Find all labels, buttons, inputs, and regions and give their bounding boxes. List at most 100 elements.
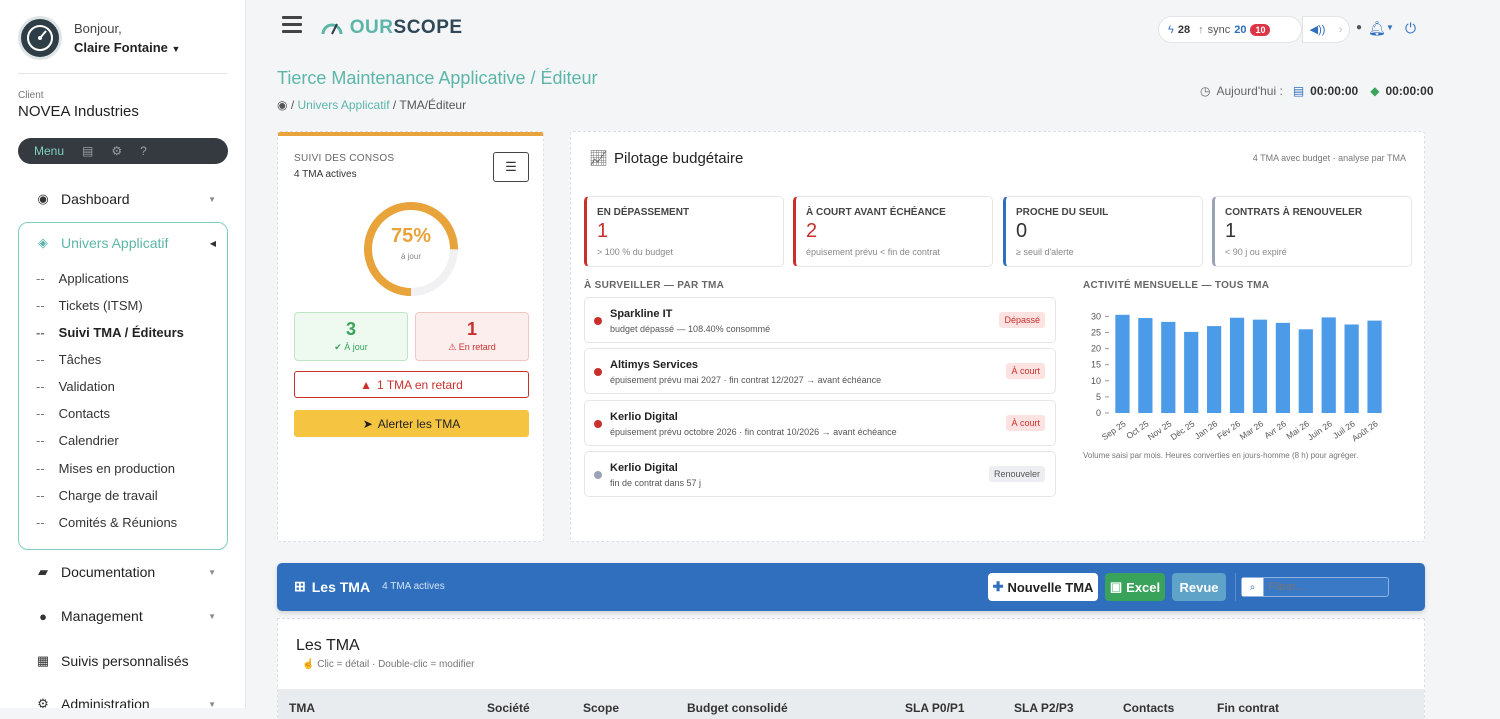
alert-tma-button[interactable]: ➤ Alerter les TMA: [294, 410, 529, 437]
hand-pointer-icon: ☝: [302, 659, 315, 670]
caret-left-icon: ◀: [209, 238, 216, 248]
bar[interactable]: [1344, 324, 1359, 413]
status-dot: [594, 317, 602, 325]
nav-univers-applicatif[interactable]: ◈ Univers Applicatif ◀: [36, 235, 216, 251]
kpi-value: 1: [597, 220, 609, 242]
caret-down-icon[interactable]: ▼: [1386, 23, 1394, 32]
new-tma-button[interactable]: ✚ Nouvelle TMA: [988, 573, 1098, 601]
list-icon[interactable]: ☰: [493, 152, 529, 182]
watch-name: Kerlio Digital: [610, 411, 678, 423]
watch-item[interactable]: Kerlio Digital épuisement prévu octobre …: [584, 400, 1056, 446]
alert-badge[interactable]: 10: [1250, 23, 1271, 36]
bar[interactable]: [1367, 320, 1382, 413]
y-tick-label: 0: [1096, 408, 1101, 418]
sub-mises-en-production[interactable]: -- Mises en production: [36, 461, 175, 476]
column-header[interactable]: Contacts: [1123, 701, 1174, 715]
nav-label: Suivis personnalisés: [61, 653, 189, 669]
bar[interactable]: [1229, 317, 1245, 413]
sync-count: 20: [1234, 23, 1247, 36]
sub-contacts[interactable]: -- Contacts: [36, 406, 110, 421]
main-content: OURSCOPE ϟ 28 ↑ sync 20 10 ◀)) › ● 🔔︎ ▼ ⏻…: [246, 0, 1500, 719]
column-header[interactable]: TMA: [289, 701, 315, 715]
review-button[interactable]: Revue: [1172, 573, 1226, 601]
sub-applications[interactable]: -- Applications: [36, 271, 129, 286]
y-tick-label: 30: [1091, 311, 1101, 321]
dot-icon: ●: [1356, 22, 1363, 33]
new-tma-label: Nouvelle TMA: [1007, 579, 1094, 595]
column-header[interactable]: SLA P2/P3: [1014, 701, 1074, 715]
sub-suivi-tma[interactable]: -- Suivi TMA / Éditeurs: [36, 325, 184, 340]
x-tick-label: Juin 26: [1306, 418, 1334, 442]
watch-item[interactable]: Kerlio Digital fin de contrat dans 57 j …: [584, 451, 1056, 497]
column-header[interactable]: SLA P0/P1: [905, 701, 965, 715]
help-icon[interactable]: ?: [140, 144, 147, 158]
nav-suivis-personnalises[interactable]: ▦ Suivis personnalisés: [36, 653, 216, 669]
today-label: Aujourd'hui :: [1216, 84, 1283, 98]
bar[interactable]: [1184, 331, 1199, 413]
sub-calendrier[interactable]: -- Calendrier: [36, 433, 119, 448]
kpi-a-court[interactable]: À COURT AVANT ÉCHÉANCE 2 épuisement prév…: [793, 196, 993, 267]
consos-title: SUIVI DES CONSOS: [294, 153, 395, 164]
bell-icon[interactable]: 🔔︎: [1368, 20, 1386, 37]
watch-item[interactable]: Sparkline IT budget dépassé — 108.40% co…: [584, 297, 1056, 343]
alert-button-label: Alerter les TMA: [377, 416, 461, 431]
nav-management[interactable]: ● Management ▼: [36, 608, 216, 624]
speaker-icon[interactable]: ◀)): [1310, 23, 1326, 36]
bar[interactable]: [1115, 314, 1130, 413]
column-header[interactable]: Scope: [583, 701, 619, 715]
chevron-right-icon[interactable]: ›: [1339, 24, 1343, 36]
menu-tab[interactable]: Menu: [34, 144, 64, 158]
nav-documentation[interactable]: ▰ Documentation ▼: [36, 564, 216, 580]
search-icon[interactable]: ⌕: [1242, 578, 1264, 596]
bar[interactable]: [1275, 322, 1290, 413]
sub-tickets[interactable]: -- Tickets (ITSM): [36, 298, 143, 313]
bar[interactable]: [1138, 318, 1153, 413]
breadcrumb-link[interactable]: Univers Applicatif: [298, 98, 390, 112]
nav-administration[interactable]: ⚙ Administration ▼: [36, 696, 216, 708]
bar[interactable]: [1298, 329, 1313, 413]
bar[interactable]: [1207, 326, 1222, 413]
x-tick-label: Oct 25: [1124, 418, 1150, 441]
nav-label: Univers Applicatif: [61, 235, 169, 251]
tma-toolbar-title: ⊞ Les TMA 4 TMA actives: [294, 578, 445, 595]
pilotage-header: 📈︎ Pilotage budgétaire: [589, 149, 743, 168]
kpi-sub: épuisement prévu < fin de contrat: [806, 247, 940, 257]
user-name[interactable]: Claire Fontaine ▼: [74, 40, 180, 55]
toolbar-divider: [1235, 573, 1236, 601]
watch-name: Kerlio Digital: [610, 462, 678, 474]
ok-label: ✔ À jour: [334, 342, 368, 352]
book-icon[interactable]: ▤: [82, 144, 93, 158]
status-badge: Dépassé: [999, 312, 1045, 328]
kpi-sub: > 100 % du budget: [597, 247, 673, 257]
status-dot: [594, 471, 602, 479]
time-2: 00:00:00: [1385, 84, 1434, 98]
sub-validation[interactable]: -- Validation: [36, 379, 115, 394]
watch-item[interactable]: Altimys Services épuisement prévu mai 20…: [584, 348, 1056, 394]
sub-charge-de-travail[interactable]: -- Charge de travail: [36, 488, 158, 503]
logo-gauge-icon: [321, 23, 343, 35]
bar[interactable]: [1321, 317, 1336, 413]
sub-taches[interactable]: -- Tâches: [36, 352, 101, 367]
dashboard-icon[interactable]: ◉: [277, 98, 287, 112]
excel-button[interactable]: ▣ Excel: [1105, 573, 1165, 601]
kpi-depassement[interactable]: EN DÉPASSEMENT 1 > 100 % du budget: [584, 196, 784, 267]
hamburger-menu-icon[interactable]: [282, 16, 302, 37]
x-tick-label: Août 26: [1350, 418, 1380, 443]
x-tick-label: Fév 26: [1215, 418, 1242, 441]
column-header[interactable]: Budget consolidé: [687, 701, 788, 715]
bar[interactable]: [1252, 319, 1268, 413]
kpi-proche-seuil[interactable]: PROCHE DU SEUIL 0 ≥ seuil d'alerte: [1003, 196, 1203, 267]
column-header[interactable]: Société: [487, 701, 530, 715]
filter-input[interactable]: [1264, 578, 1384, 596]
table-hint-text: Clic = détail · Double-clic = modifier: [317, 659, 475, 670]
sub-comites[interactable]: -- Comités & Réunions: [36, 515, 177, 530]
late-box[interactable]: 1 ⚠ En retard: [415, 312, 529, 361]
kpi-contrats[interactable]: CONTRATS À RENOUVELER 1 < 90 j ou expiré: [1212, 196, 1412, 267]
ok-box[interactable]: 3 ✔ À jour: [294, 312, 408, 361]
power-icon[interactable]: ⏻: [1405, 20, 1416, 37]
nav-dashboard[interactable]: ◉ Dashboard ▼: [36, 191, 216, 207]
bar[interactable]: [1161, 321, 1176, 413]
column-header[interactable]: Fin contrat: [1217, 701, 1279, 715]
user-block[interactable]: Bonjour, Claire Fontaine ▼: [18, 16, 180, 60]
gear-icon[interactable]: ⚙: [111, 144, 122, 158]
